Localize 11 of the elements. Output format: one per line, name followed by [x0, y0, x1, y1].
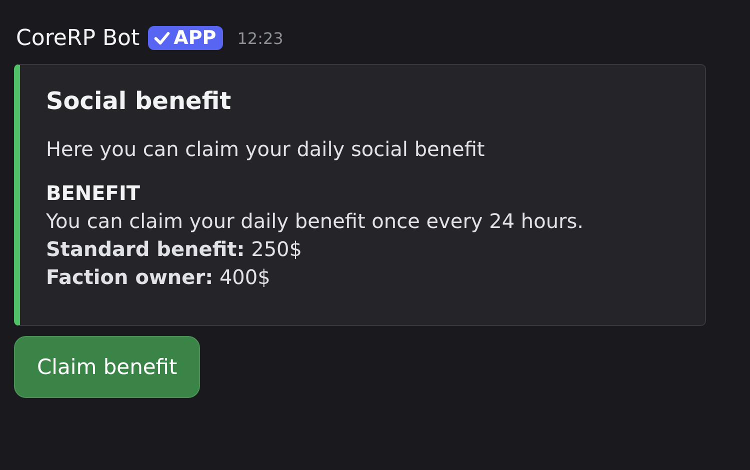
field-line: You can claim your daily benefit once every 24 hours.: [46, 209, 585, 233]
author-name[interactable]: CoreRP Bot: [16, 26, 140, 50]
claim-button[interactable]: Claim benefit: [14, 336, 200, 398]
checkmark-icon: [152, 29, 171, 47]
field-line: Standard benefit: 250$: [46, 237, 303, 261]
timestamp: 12:23: [237, 28, 284, 48]
field-name: BENEFIT: [46, 181, 142, 205]
badge-label: APP: [174, 27, 216, 49]
embed-description: Here you can claim your daily social benefit: [46, 137, 486, 161]
embed-title: Social benefit: [46, 87, 232, 115]
field-line: Faction owner: 400$: [46, 265, 272, 289]
